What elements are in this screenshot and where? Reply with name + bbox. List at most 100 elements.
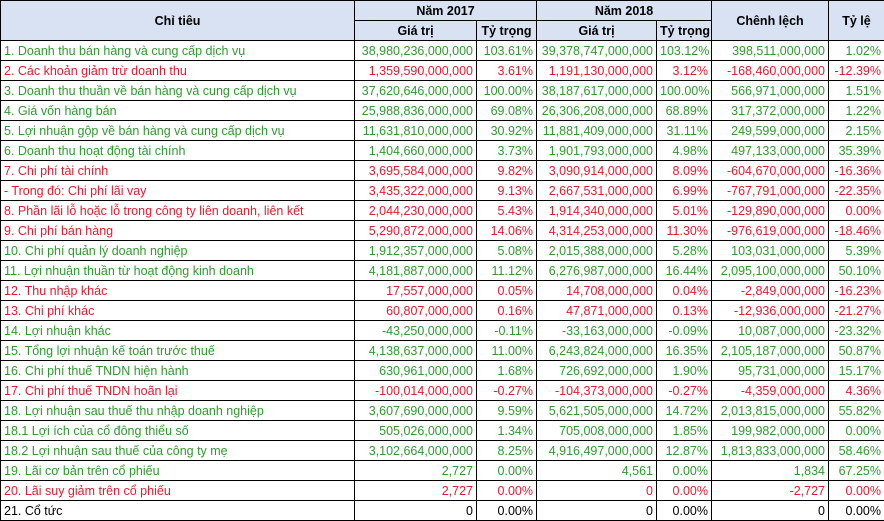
value-2017-cell: 5,290,872,000,000 xyxy=(354,220,477,241)
ratio-cell: 4.36% xyxy=(828,380,884,401)
proportion-2017-cell: 5.08% xyxy=(476,240,537,261)
proportion-2018-cell: 0.00% xyxy=(656,480,712,501)
value-2018-cell: 0 xyxy=(536,500,657,521)
value-2017-cell: 1,404,660,000,000 xyxy=(354,140,477,161)
ratio-cell: 67.25% xyxy=(828,460,884,481)
proportion-2018-cell: 100.00% xyxy=(656,80,712,101)
proportion-2017-cell: 9.13% xyxy=(476,180,537,201)
row-label: - Trong đó: Chi phí lãi vay xyxy=(0,180,355,201)
difference-cell: -976,619,000,000 xyxy=(711,220,829,241)
value-2018-cell: 4,916,497,000,000 xyxy=(536,440,657,461)
value-2017-cell: -100,014,000,000 xyxy=(354,380,477,401)
difference-cell: 1,813,833,000,000 xyxy=(711,440,829,461)
table-row: 18.2 Lợi nhuận sau thuế của công ty mẹ 3,… xyxy=(0,440,884,461)
value-2017-cell: 630,961,000,000 xyxy=(354,360,477,381)
value-2017-cell: 25,988,836,000,000 xyxy=(354,100,477,121)
ratio-cell: 1.51% xyxy=(828,80,884,101)
difference-cell: 0 xyxy=(711,500,829,521)
ratio-cell: -23.32% xyxy=(828,320,884,341)
ratio-cell: 2.15% xyxy=(828,120,884,141)
table-body: 1. Doanh thu bán hàng và cung cấp dịch v… xyxy=(0,40,884,521)
proportion-2017-cell: 3.73% xyxy=(476,140,537,161)
ratio-cell: 5.39% xyxy=(828,240,884,261)
difference-cell: -2,849,000,000 xyxy=(711,280,829,301)
table-row: - Trong đó: Chi phí lãi vay 3,435,322,000… xyxy=(0,180,884,201)
difference-cell: 1,834 xyxy=(711,460,829,481)
difference-cell: 2,013,815,000,000 xyxy=(711,400,829,421)
row-label: 18.2 Lợi nhuận sau thuế của công ty mẹ xyxy=(0,440,355,461)
table-row: 18. Lợi nhuận sau thuế thu nhập doanh ng… xyxy=(0,400,884,421)
value-2017-cell: 3,102,664,000,000 xyxy=(354,440,477,461)
difference-cell: 398,511,000,000 xyxy=(711,40,829,61)
difference-cell: 566,971,000,000 xyxy=(711,80,829,101)
proportion-2017-cell: 0.16% xyxy=(476,300,537,321)
value-2017-cell: 2,727 xyxy=(354,460,477,481)
proportion-2017-cell: 103.61% xyxy=(476,40,537,61)
row-label: 5. Lợi nhuận gộp về bán hàng và cung cấp… xyxy=(0,120,355,141)
value-2018-cell: 26,306,208,000,000 xyxy=(536,100,657,121)
proportion-2017-cell: 5.43% xyxy=(476,200,537,221)
row-label: 11. Lợi nhuận thuần từ hoạt động kinh do… xyxy=(0,260,355,281)
year-2018-header: Năm 2018 xyxy=(536,0,712,21)
proportion-2018-cell: 103.12% xyxy=(656,40,712,61)
proportion-2018-cell: 68.89% xyxy=(656,100,712,121)
ratio-cell: 58.46% xyxy=(828,440,884,461)
value-2017-cell: 11,631,810,000,000 xyxy=(354,120,477,141)
row-label: 17. Chi phí thuế TNDN hoãn lại xyxy=(0,380,355,401)
proportion-2018-cell: 6.99% xyxy=(656,180,712,201)
table-row: 14. Lợi nhuận khác -43,250,000,000 -0.11% -… xyxy=(0,320,884,341)
proportion-2017-cell: 9.82% xyxy=(476,160,537,181)
difference-cell: -168,460,000,000 xyxy=(711,60,829,81)
value-2018-cell: 0 xyxy=(536,480,657,501)
proportion-2018-cell: -0.09% xyxy=(656,320,712,341)
proportion-2017-cell: 0.00% xyxy=(476,480,537,501)
value-2018-header: Giá trị xyxy=(536,20,657,41)
proportion-2018-cell: 0.13% xyxy=(656,300,712,321)
value-2018-cell: 1,901,793,000,000 xyxy=(536,140,657,161)
table-row: 4. Giá vốn hàng bán 25,988,836,000,000 69.… xyxy=(0,100,884,121)
table-row: 17. Chi phí thuế TNDN hoãn lại -100,014,0… xyxy=(0,380,884,401)
proportion-2018-cell: 12.87% xyxy=(656,440,712,461)
value-2018-cell: 38,187,617,000,000 xyxy=(536,80,657,101)
row-label: 8. Phần lãi lỗ hoặc lỗ trong công ty liê… xyxy=(0,200,355,221)
proportion-2018-cell: 11.30% xyxy=(656,220,712,241)
difference-cell: 199,982,000,000 xyxy=(711,420,829,441)
ratio-cell: 0.00% xyxy=(828,200,884,221)
difference-cell: -4,359,000,000 xyxy=(711,380,829,401)
row-label: 12. Thu nhập khác xyxy=(0,280,355,301)
row-label: 15. Tổng lợi nhuận kế toán trước thuế xyxy=(0,340,355,361)
row-label: 2. Các khoản giảm trừ doanh thu xyxy=(0,60,355,81)
table-row: 5. Lợi nhuận gộp về bán hàng và cung cấp… xyxy=(0,120,884,141)
ratio-cell: -18.46% xyxy=(828,220,884,241)
value-2018-cell: 2,015,388,000,000 xyxy=(536,240,657,261)
row-label: 20. Lãi suy giảm trên cổ phiếu xyxy=(0,480,355,501)
value-2017-cell: 4,138,637,000,000 xyxy=(354,340,477,361)
proportion-2017-cell: 69.08% xyxy=(476,100,537,121)
table-row: 19. Lãi cơ bản trên cổ phiếu 2,727 0.00% 4,… xyxy=(0,460,884,481)
ratio-cell: 0.00% xyxy=(828,480,884,501)
ratio-cell: -12.39% xyxy=(828,60,884,81)
proportion-2018-cell: 8.09% xyxy=(656,160,712,181)
difference-cell: 249,599,000,000 xyxy=(711,120,829,141)
value-2018-cell: 4,314,253,000,000 xyxy=(536,220,657,241)
proportion-2018-cell: -0.27% xyxy=(656,380,712,401)
value-2017-cell: 1,912,357,000,000 xyxy=(354,240,477,261)
value-2017-cell: 505,026,000,000 xyxy=(354,420,477,441)
income-statement-table: Chỉ tiêu Năm 2017 Năm 2018 Chênh lệch Tỷ… xyxy=(0,0,884,521)
row-label: 18. Lợi nhuận sau thuế thu nhập doanh ng… xyxy=(0,400,355,421)
row-label: 6. Doanh thu hoạt động tài chính xyxy=(0,140,355,161)
table-row: 16. Chi phí thuế TNDN hiện hành 630,961,0… xyxy=(0,360,884,381)
value-2018-cell: 6,276,987,000,000 xyxy=(536,260,657,281)
proportion-2018-cell: 31.11% xyxy=(656,120,712,141)
ratio-cell: 1.22% xyxy=(828,100,884,121)
value-2017-cell: 0 xyxy=(354,500,477,521)
value-2017-cell: 60,807,000,000 xyxy=(354,300,477,321)
table-row: 11. Lợi nhuận thuần từ hoạt động kinh do… xyxy=(0,260,884,281)
table-row: 18.1 Lợi ích của cổ đông thiểu số 505,026… xyxy=(0,420,884,441)
value-2017-cell: 37,620,646,000,000 xyxy=(354,80,477,101)
row-label: 16. Chi phí thuế TNDN hiện hành xyxy=(0,360,355,381)
proportion-2018-cell: 0.04% xyxy=(656,280,712,301)
proportion-2017-cell: 14.06% xyxy=(476,220,537,241)
proportion-2018-cell: 4.98% xyxy=(656,140,712,161)
table-row: 6. Doanh thu hoạt động tài chính 1,404,66… xyxy=(0,140,884,161)
